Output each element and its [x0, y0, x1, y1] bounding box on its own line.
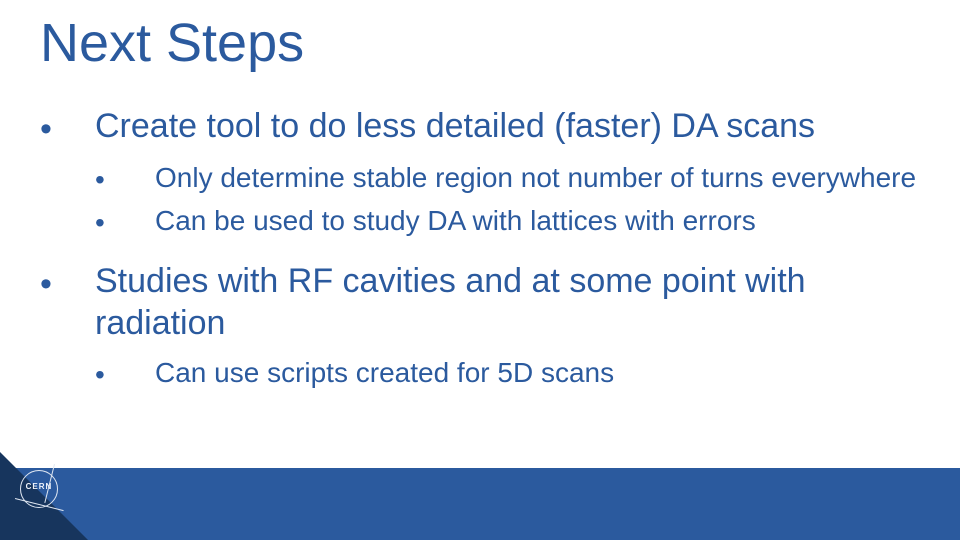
list-item: • Only determine stable region not numbe… — [95, 160, 930, 197]
list-item: • Can be used to study DA with lattices … — [95, 203, 930, 240]
list-item-text: Can be used to study DA with lattices wi… — [155, 203, 756, 238]
list-item-text: Can use scripts created for 5D scans — [155, 355, 614, 390]
bullet-icon: • — [95, 355, 155, 392]
list-item-text: Studies with RF cavities and at some poi… — [95, 260, 930, 345]
cern-logo-text: CERN — [18, 482, 60, 491]
bullet-icon: • — [40, 260, 95, 305]
bullet-icon: • — [40, 105, 95, 150]
sub-list: • Only determine stable region not numbe… — [95, 160, 930, 240]
sub-list: • Can use scripts created for 5D scans — [95, 355, 930, 392]
cern-logo-icon: CERN — [18, 468, 60, 510]
list-item: • Can use scripts created for 5D scans — [95, 355, 930, 392]
list-item-text: Only determine stable region not number … — [155, 160, 916, 195]
list-item: • Create tool to do less detailed (faste… — [40, 105, 930, 150]
slide-title: Next Steps — [40, 12, 304, 74]
list-item: • Studies with RF cavities and at some p… — [40, 260, 930, 345]
slide: Next Steps • Create tool to do less deta… — [0, 0, 960, 540]
slide-content: • Create tool to do less detailed (faste… — [40, 105, 930, 412]
bullet-icon: • — [95, 160, 155, 197]
list-item-text: Create tool to do less detailed (faster)… — [95, 105, 815, 148]
bullet-icon: • — [95, 203, 155, 240]
footer-bar — [0, 468, 960, 540]
